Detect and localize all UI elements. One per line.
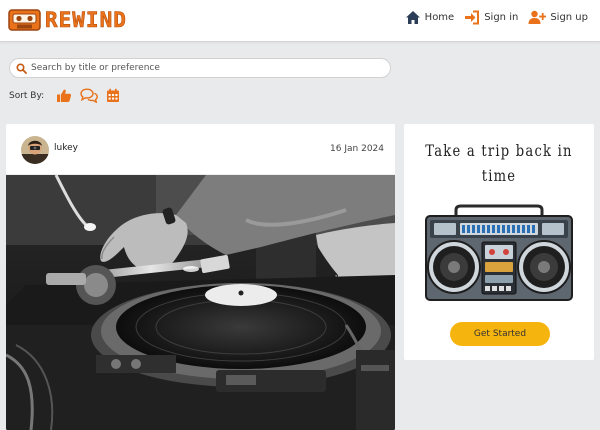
- post-username[interactable]: lukey: [54, 143, 78, 153]
- nav-sign-in-label: Sign in: [484, 12, 519, 23]
- nav-sign-up[interactable]: Sign up: [528, 10, 588, 25]
- thumbs-up-icon[interactable]: [56, 88, 72, 103]
- user-avatar-photo: [21, 136, 49, 164]
- boombox-illustration: [425, 204, 573, 301]
- nav-sign-up-label: Sign up: [550, 12, 588, 23]
- sign-in-icon: [465, 10, 480, 25]
- sort-label: Sort By:: [9, 90, 45, 101]
- calendar-icon[interactable]: [106, 88, 120, 103]
- brand-logo[interactable]: REWIND: [8, 8, 127, 32]
- dj-turntable-photo[interactable]: [6, 175, 395, 430]
- search-icon: [16, 62, 27, 74]
- top-navbar: REWIND Home Sign in Sign up: [0, 0, 600, 42]
- search-input[interactable]: [31, 63, 381, 73]
- post-header: lukey 16 Jan 2024: [6, 124, 395, 175]
- promo-title: Take a trip back in time: [425, 141, 573, 185]
- nav-home-label: Home: [424, 12, 455, 23]
- get-started-button[interactable]: Get Started: [450, 322, 550, 346]
- brand-name: REWIND: [45, 8, 127, 33]
- home-icon: [405, 11, 420, 24]
- post-date: 16 Jan 2024: [330, 144, 384, 154]
- nav-home[interactable]: Home: [405, 10, 455, 25]
- nav-sign-in[interactable]: Sign in: [464, 10, 518, 25]
- sort-bar: Sort By:: [9, 88, 120, 103]
- user-plus-icon: [528, 10, 547, 24]
- avatar[interactable]: [21, 136, 49, 164]
- cassette-tape-icon: [8, 9, 41, 31]
- post-card[interactable]: lukey 16 Jan 2024: [6, 124, 395, 430]
- promo-card: Take a trip back in time Get Started: [404, 124, 594, 360]
- search-bar[interactable]: [9, 58, 391, 78]
- comments-icon[interactable]: [80, 88, 99, 103]
